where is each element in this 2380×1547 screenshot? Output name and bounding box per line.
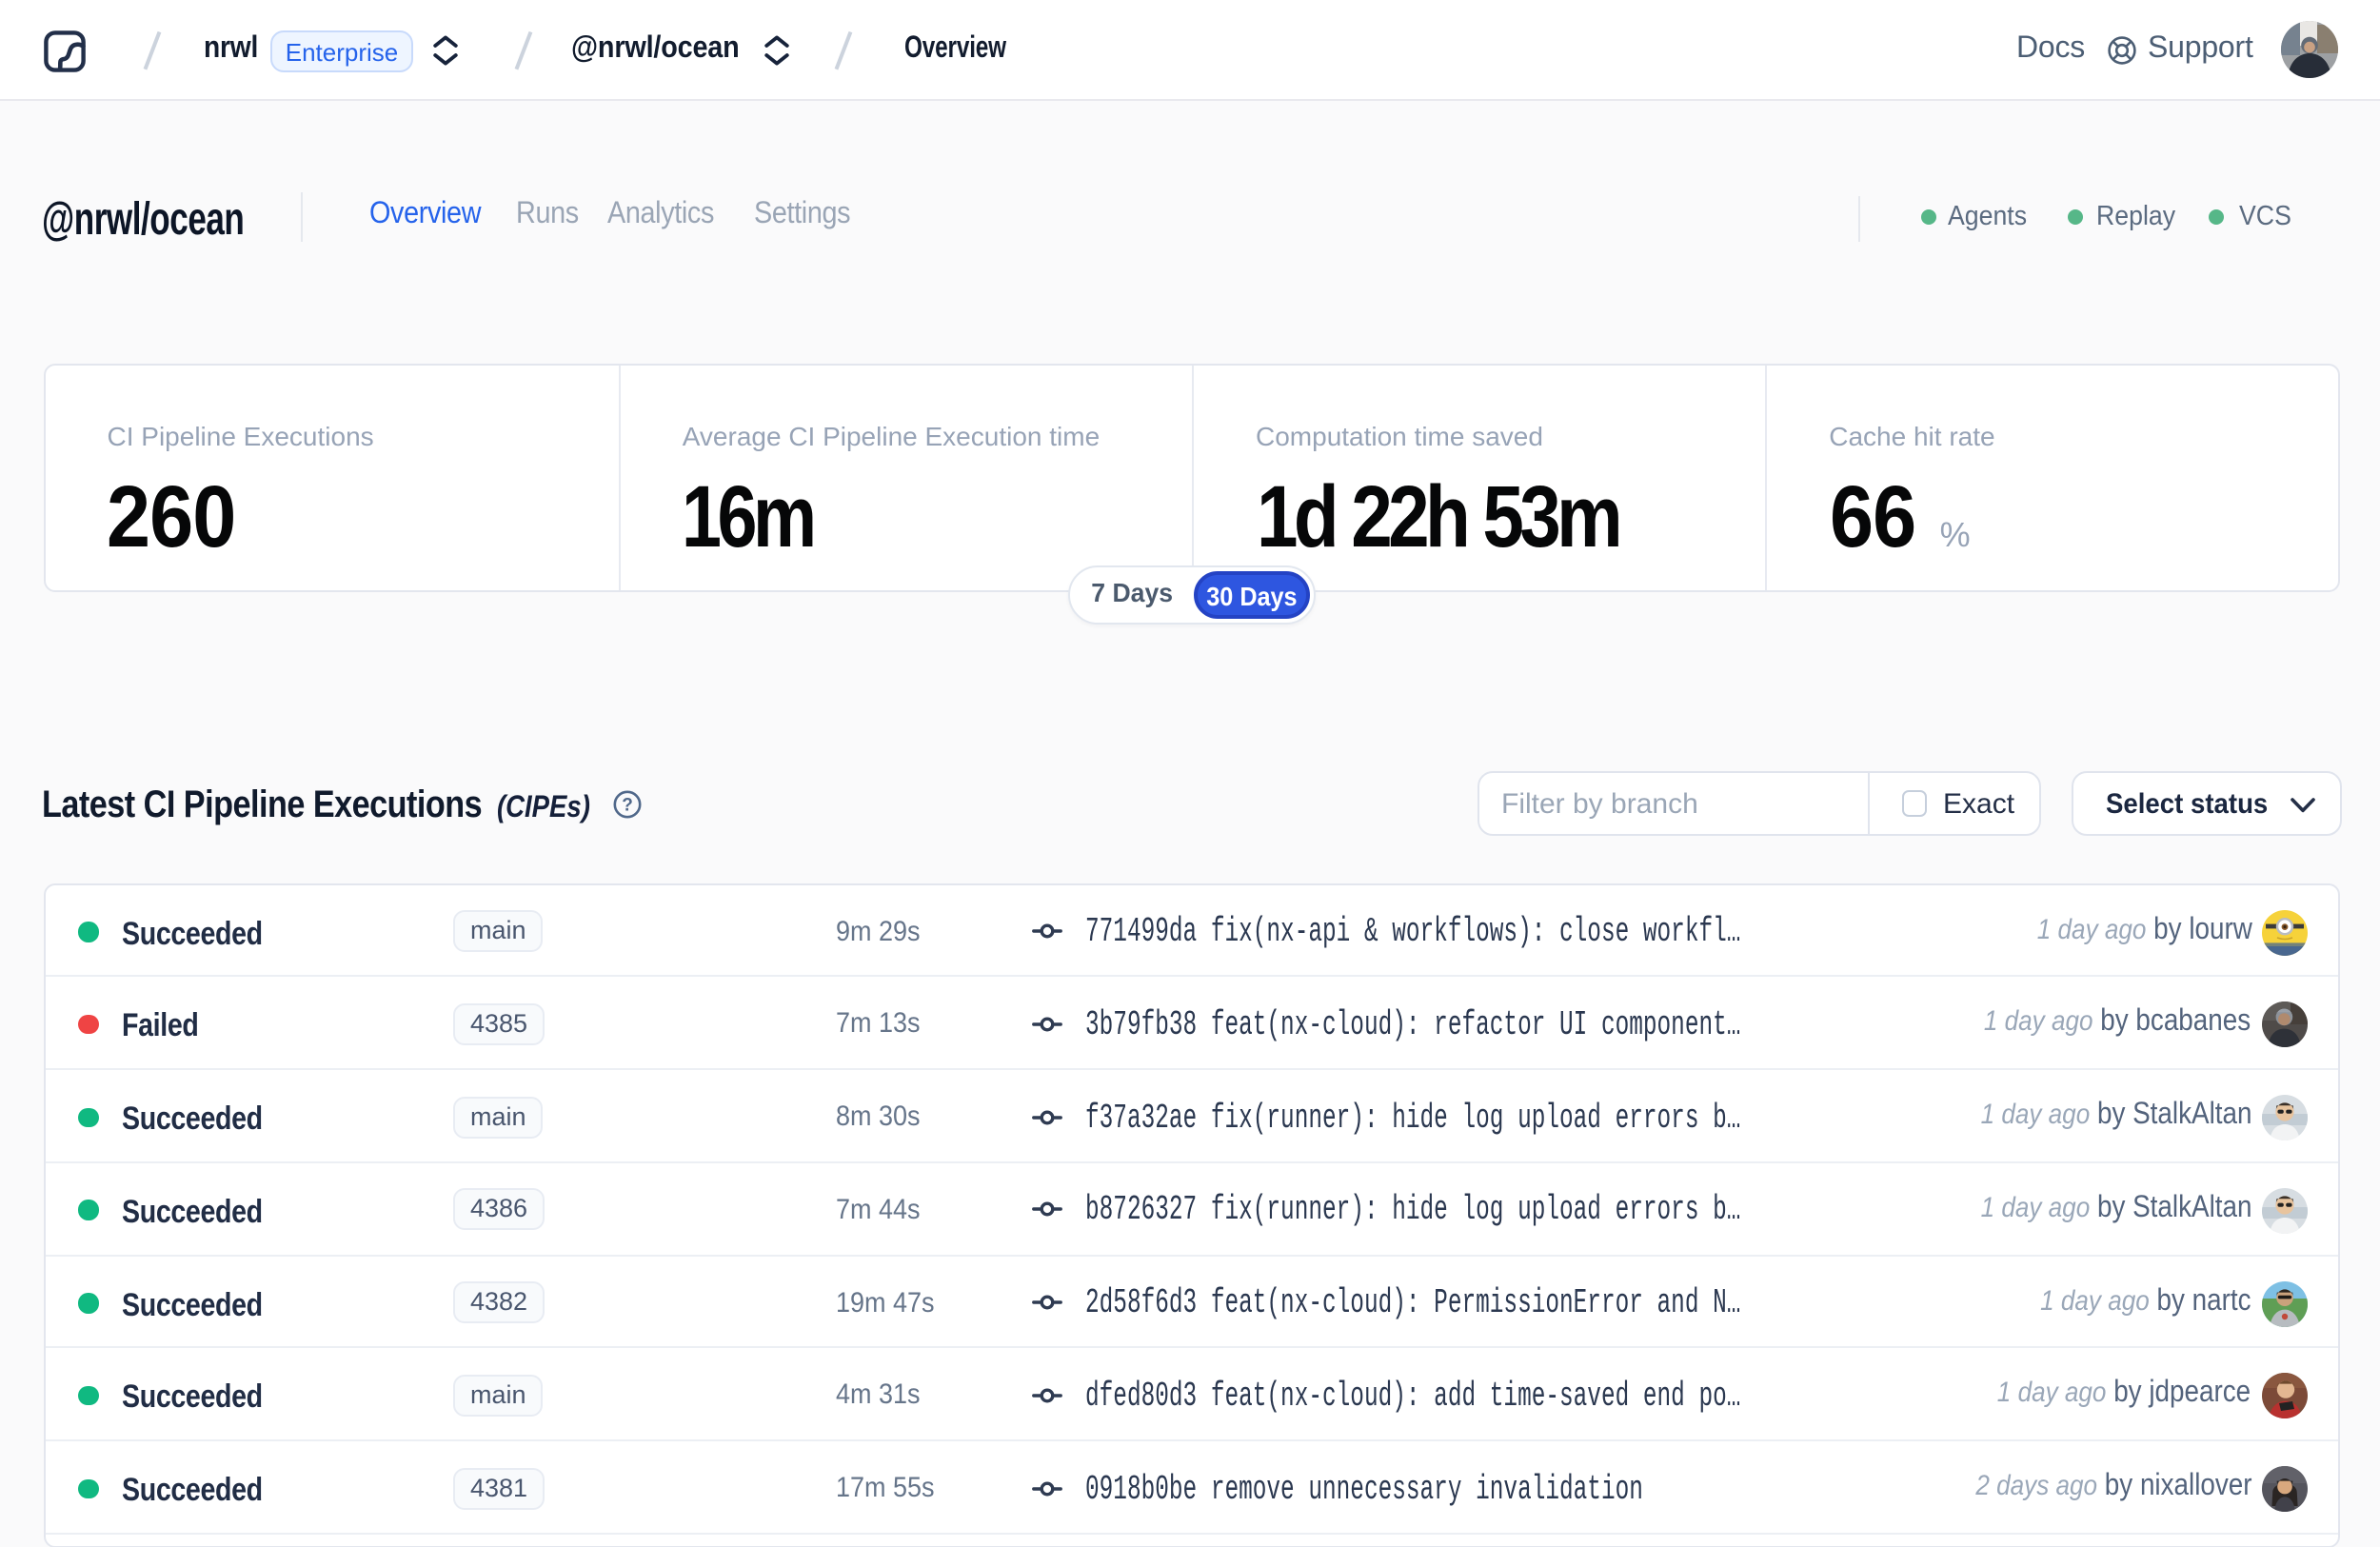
svg-text:?: ? xyxy=(622,796,633,816)
